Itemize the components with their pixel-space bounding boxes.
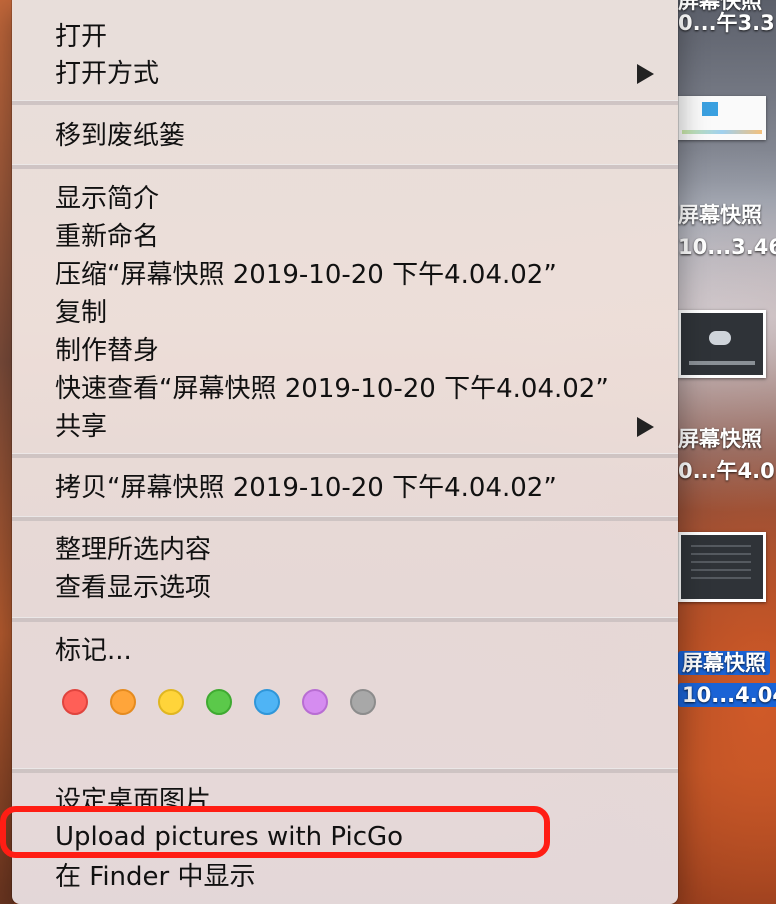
menu-item-show-view-options[interactable]: 查看显示选项	[55, 569, 211, 607]
menu-item-share[interactable]: 共享	[55, 408, 107, 446]
menu-separator	[12, 164, 678, 169]
desktop-file-label[interactable]: 10...3.46	[678, 232, 776, 262]
context-menu: 打开 打开方式 移到废纸篓 显示简介 重新命名 压缩“屏幕快照 2019-10-…	[12, 0, 678, 904]
menu-item-compress[interactable]: 压缩“屏幕快照 2019-10-20 下午4.04.02”	[55, 256, 557, 294]
desktop-file-label[interactable]: 0...午3.3	[678, 8, 775, 38]
tag-orange-icon[interactable]	[110, 689, 136, 715]
desktop-file-label[interactable]: 0...午4.0	[678, 456, 775, 486]
menu-item-copy[interactable]: 拷贝“屏幕快照 2019-10-20 下午4.04.02”	[55, 469, 557, 507]
menu-separator	[12, 100, 678, 105]
menu-separator	[12, 453, 678, 458]
tag-yellow-icon[interactable]	[158, 689, 184, 715]
menu-item-quick-look[interactable]: 快速查看“屏幕快照 2019-10-20 下午4.04.02”	[55, 370, 609, 408]
desktop-file-label-selected[interactable]: 屏幕快照	[678, 648, 770, 678]
desktop-file-label[interactable]: 屏幕快照	[678, 424, 762, 454]
menu-item-get-info[interactable]: 显示简介	[55, 180, 159, 218]
menu-separator	[12, 617, 678, 622]
desktop-file-thumbnail[interactable]	[678, 532, 766, 602]
tag-green-icon[interactable]	[206, 689, 232, 715]
tag-red-icon[interactable]	[62, 689, 88, 715]
app-icon	[702, 102, 718, 116]
submenu-arrow-icon	[637, 417, 654, 437]
tag-blue-icon[interactable]	[254, 689, 280, 715]
desktop-file-thumbnail[interactable]	[678, 96, 766, 140]
desktop-file-thumbnail[interactable]	[678, 310, 766, 378]
desktop-file-label-selected[interactable]: 10...4.04	[678, 680, 776, 710]
thumbnail-strip	[689, 361, 755, 365]
tag-purple-icon[interactable]	[302, 689, 328, 715]
cloud-icon	[709, 331, 731, 345]
menu-item-rename[interactable]: 重新命名	[55, 218, 159, 256]
menu-item-make-alias[interactable]: 制作替身	[55, 332, 159, 370]
menu-item-move-to-trash[interactable]: 移到废纸篓	[55, 117, 185, 155]
thumbnail-lines	[691, 545, 751, 585]
submenu-arrow-icon	[637, 64, 654, 84]
menu-item-upload-picgo[interactable]: Upload pictures with PicGo	[55, 818, 403, 856]
menu-item-open[interactable]: 打开	[55, 18, 107, 56]
menu-separator	[12, 768, 678, 773]
thumbnail-strip	[682, 130, 762, 134]
menu-item-set-desktop-picture[interactable]: 设定桌面图片	[55, 782, 211, 820]
tag-gray-icon[interactable]	[350, 689, 376, 715]
menu-item-tags[interactable]: 标记...	[55, 632, 132, 670]
menu-item-duplicate[interactable]: 复制	[55, 294, 107, 332]
menu-item-clean-up[interactable]: 整理所选内容	[55, 531, 211, 569]
desktop-file-label[interactable]: 屏幕快照	[678, 200, 762, 230]
menu-separator	[12, 516, 678, 521]
menu-item-show-in-finder[interactable]: 在 Finder 中显示	[55, 858, 256, 896]
menu-item-open-with[interactable]: 打开方式	[55, 55, 159, 93]
